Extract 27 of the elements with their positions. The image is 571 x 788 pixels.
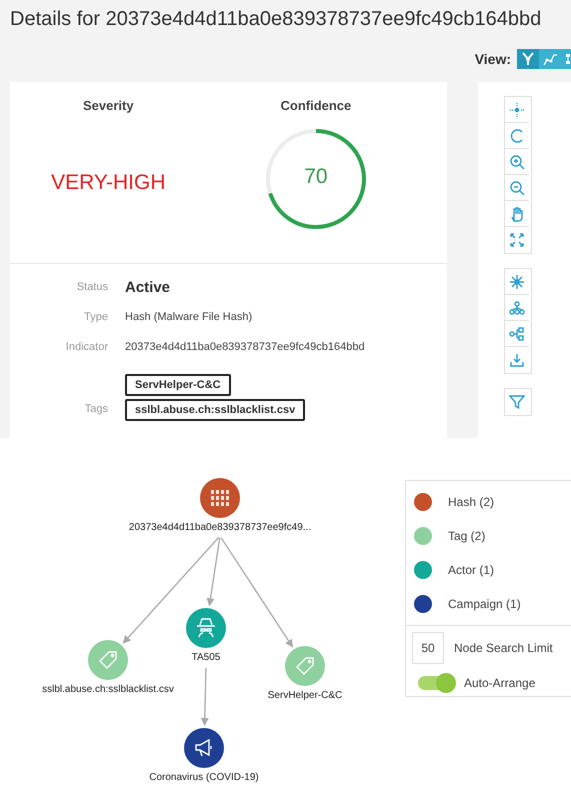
confidence-value: 70 — [303, 165, 329, 189]
auto-arrange-label: Auto-Arrange — [464, 676, 536, 690]
severity-label: Severity — [83, 98, 134, 113]
field-label: Type — [83, 311, 108, 323]
field-label: Tags — [84, 403, 108, 417]
legend-label[interactable]: Actor (1) — [448, 563, 494, 577]
view-label: View: — [474, 51, 511, 67]
node-label: 20373e4d4d11ba0e839378737ee9fc49... — [128, 522, 312, 533]
node-label: ServHelper-C&C — [266, 690, 344, 701]
severity-value: VERY-HIGH — [51, 171, 166, 195]
field-value: Active — [125, 278, 170, 296]
legend-label[interactable]: Campaign (1) — [448, 597, 521, 611]
node-label: Coronavirus (COVID-19) — [148, 772, 260, 783]
legend-label[interactable]: Tag (2) — [448, 529, 486, 543]
search-limit-field[interactable]: 50 — [412, 632, 444, 664]
field-value: Hash (Malware File Hash) — [125, 311, 252, 323]
legend-label[interactable]: Hash (2) — [448, 495, 494, 509]
confidence-label: Confidence — [280, 98, 352, 113]
tag-chip[interactable]: sslbl.abuse.ch:sslblacklist.csv — [125, 399, 306, 421]
node-label: sslbl.abuse.ch:sslblacklist.csv — [41, 684, 175, 695]
tag-chip[interactable]: ServHelper-C&C — [125, 374, 231, 396]
node-label: TA505 — [190, 652, 222, 663]
page-title: Details for 20373e4d4d11ba0e839378737ee9fc49cb164bbd — [10, 7, 542, 32]
search-limit-label: Node Search Limit — [454, 641, 553, 655]
field-value: 20373e4d4d11ba0e839378737ee9fc49cb164bbd — [125, 341, 365, 353]
field-label: Indicator — [64, 341, 108, 353]
field-label: Status — [76, 281, 108, 293]
